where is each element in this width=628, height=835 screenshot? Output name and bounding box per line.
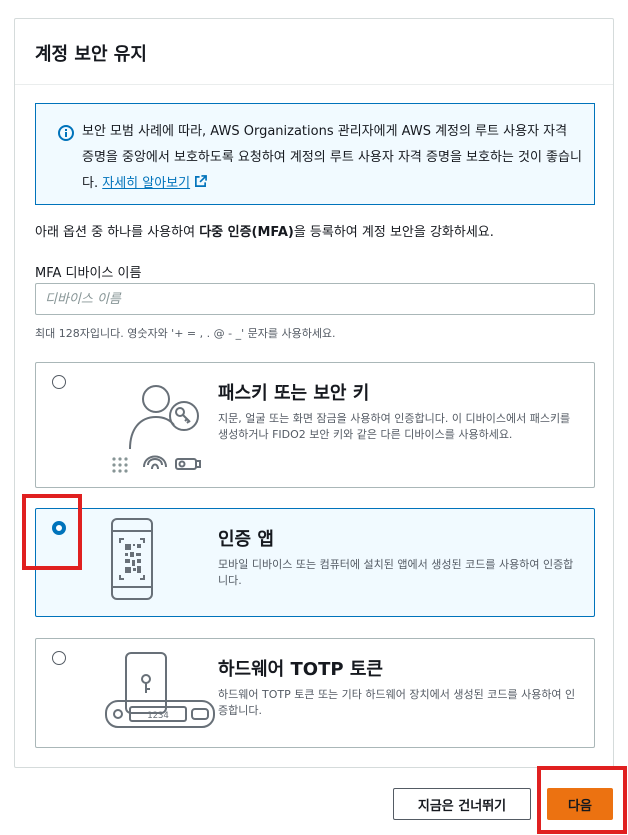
option-title: 패스키 또는 보안 키 xyxy=(218,383,370,404)
token-display-digits: 1234 xyxy=(147,711,169,721)
learn-more-label: 자세히 알아보기 xyxy=(102,176,191,191)
page-title: 계정 보안 유지 xyxy=(35,44,147,65)
info-text: 보안 모범 사례에 따라, AWS Organizations 관리자에게 AW… xyxy=(82,119,582,197)
option-description: 모바일 디바이스 또는 컴퓨터에 설치된 앱에서 생성된 코드를 사용하여 인증… xyxy=(218,558,574,587)
device-name-constraint: 최대 128자입니다. 영숫자와 '+ = , . @ - _' 문자를 사용하… xyxy=(35,327,336,340)
hardware-token-illustration: 1234 xyxy=(105,652,215,728)
info-alert: 보안 모범 사례에 따라, AWS Organizations 관리자에게 AW… xyxy=(35,103,595,205)
option-title: 인증 앱 xyxy=(218,529,274,550)
external-link-icon xyxy=(195,175,208,187)
device-name-input[interactable] xyxy=(35,283,595,315)
skip-button[interactable]: 지금은 건너뛰기 xyxy=(393,788,531,820)
radio-authenticator-app[interactable] xyxy=(52,521,66,535)
option-authenticator-app[interactable]: 인증 앱 모바일 디바이스 또는 컴퓨터에 설치된 앱에서 생성된 코드를 사용… xyxy=(35,508,595,617)
radio-passkey[interactable] xyxy=(52,375,66,389)
mfa-setup-card: 계정 보안 유지 보안 모범 사례에 따라, AWS Organizations… xyxy=(14,18,614,768)
intro-text-mfa: 다중 인증(MFA) xyxy=(199,225,294,240)
learn-more-link[interactable]: 자세히 알아보기 xyxy=(102,175,208,191)
intro-text-start: 아래 옵션 중 하나를 사용하여 xyxy=(35,225,200,240)
option-passkey[interactable]: 패스키 또는 보안 키 지문, 얼굴 또는 화면 잠금을 사용하여 인증합니다.… xyxy=(35,362,595,488)
intro-text-end: 을 등록하여 계정 보안을 강화하세요. xyxy=(293,225,494,240)
next-button[interactable]: 다음 xyxy=(547,788,613,820)
option-description: 지문, 얼굴 또는 화면 잠금을 사용하여 인증합니다. 이 디바이스에서 패스… xyxy=(218,412,571,441)
option-description: 하드웨어 TOTP 토큰 또는 기타 하드웨어 장치에서 생성된 코드를 사용하… xyxy=(218,688,576,717)
device-name-label: MFA 디바이스 이름 xyxy=(35,266,142,281)
card-header: 계정 보안 유지 xyxy=(15,19,613,85)
mfa-intro-text: 아래 옵션 중 하나를 사용하여 다중 인증(MFA)을 등록하여 계정 보안을… xyxy=(35,221,494,240)
info-icon xyxy=(58,125,74,141)
option-hardware-totp[interactable]: 1234 하드웨어 TOTP 토큰 하드웨어 TOTP 토큰 또는 기타 하드웨… xyxy=(35,638,595,748)
radio-hardware-totp[interactable] xyxy=(52,651,66,665)
authenticator-app-illustration xyxy=(111,518,153,600)
option-title: 하드웨어 TOTP 토큰 xyxy=(218,659,383,680)
passkey-illustration xyxy=(112,385,201,473)
